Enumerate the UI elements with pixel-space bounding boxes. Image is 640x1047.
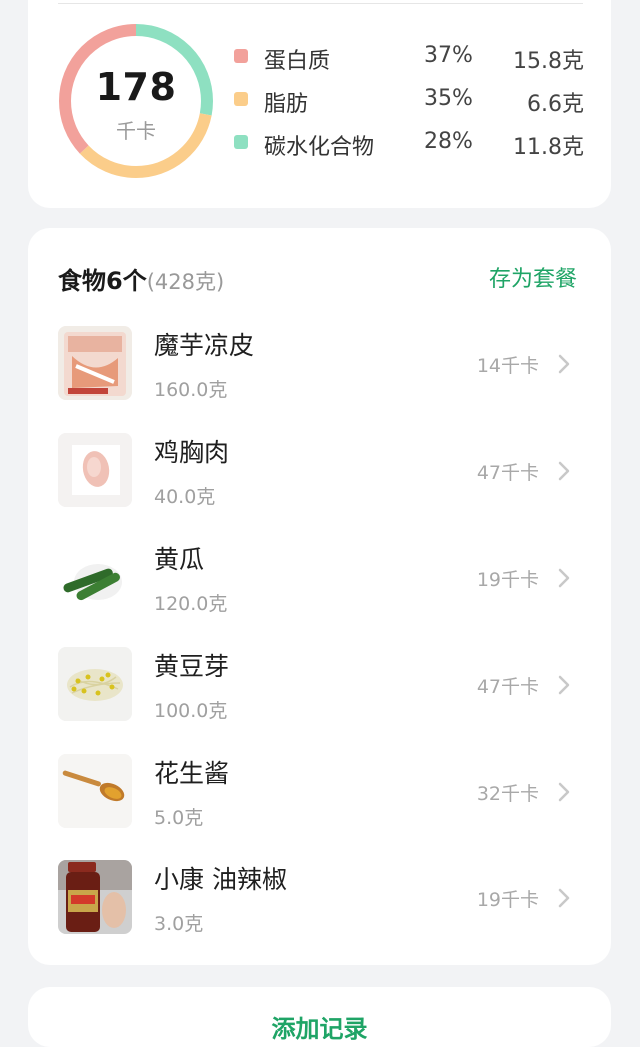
food-calories: 19千卡 — [476, 889, 539, 911]
chevron-right-icon — [558, 354, 570, 374]
macro-row-protein: 蛋白质 37% 15.8克 — [234, 36, 584, 76]
food-item-konjac[interactable]: 魔芋凉皮 160.0克 14千卡 — [28, 326, 611, 432]
chevron-right-icon — [558, 461, 570, 481]
food-name: 小康 油辣椒 — [154, 865, 287, 894]
macro-amount: 11.8克 — [513, 135, 584, 160]
food-calories: 47千卡 — [476, 462, 539, 484]
food-name: 黄豆芽 — [154, 652, 230, 681]
food-amount: 120.0克 — [154, 593, 228, 615]
protein-dot-icon — [234, 49, 248, 63]
food-calories: 32千卡 — [476, 783, 539, 805]
food-calories: 14千卡 — [476, 355, 539, 377]
macro-percent: 37% — [424, 43, 473, 68]
food-calories: 47千卡 — [476, 676, 539, 698]
soybean-sprouts-icon — [58, 647, 132, 721]
food-amount: 160.0克 — [154, 379, 228, 401]
food-calories: 19千卡 — [476, 569, 539, 591]
chili-oil-jar-icon — [58, 860, 132, 934]
chicken-breast-icon — [58, 433, 132, 507]
add-record-button[interactable]: 添加记录 — [28, 1009, 611, 1044]
food-name: 鸡胸肉 — [154, 438, 230, 467]
chevron-right-icon — [558, 782, 570, 802]
food-item-cucumber[interactable]: 黄瓜 120.0克 19千卡 — [28, 540, 611, 646]
calorie-total: 178 千卡 — [58, 23, 214, 179]
save-as-meal-button[interactable]: 存为套餐 — [489, 261, 577, 293]
food-amount: 100.0克 — [154, 700, 228, 722]
food-item-sprouts[interactable]: 黄豆芽 100.0克 47千卡 — [28, 647, 611, 753]
food-name: 花生酱 — [154, 759, 230, 788]
macro-name: 脂肪 — [264, 92, 309, 117]
food-item-chili-oil[interactable]: 小康 油辣椒 3.0克 19千卡 — [28, 860, 611, 966]
macro-percent: 35% — [424, 86, 473, 111]
macro-row-carb: 碳水化合物 28% 11.8克 — [234, 122, 584, 162]
cucumber-icon — [58, 540, 132, 614]
food-item-peanut-butter[interactable]: 花生酱 5.0克 32千卡 — [28, 754, 611, 860]
food-amount: 5.0克 — [154, 807, 204, 829]
chevron-right-icon — [558, 568, 570, 588]
nutrition-summary-card: 178 千卡 蛋白质 37% 15.8克 脂肪 35% 6.6克 碳水化合物 2… — [28, 0, 611, 208]
food-name: 魔芋凉皮 — [154, 331, 255, 360]
add-record-card: 添加记录 — [28, 987, 611, 1047]
macro-name: 蛋白质 — [264, 49, 331, 74]
macro-amount: 15.8克 — [513, 49, 584, 74]
konjac-package-icon — [58, 326, 132, 400]
food-item-chicken[interactable]: 鸡胸肉 40.0克 47千卡 — [28, 433, 611, 539]
food-count: 食物6个 — [58, 267, 147, 295]
chevron-right-icon — [558, 675, 570, 695]
food-list-title: 食物6个(428克) — [58, 261, 224, 296]
macro-name: 碳水化合物 — [264, 135, 375, 160]
food-total-weight: (428克) — [146, 270, 225, 294]
food-amount: 40.0克 — [154, 486, 216, 508]
food-list-card: 食物6个(428克) 存为套餐 魔芋凉皮 160.0克 14千卡 鸡胸肉 40.… — [28, 228, 611, 965]
carb-dot-icon — [234, 135, 248, 149]
macro-percent: 28% — [424, 129, 473, 154]
divider — [58, 3, 583, 4]
chevron-right-icon — [558, 888, 570, 908]
macro-row-fat: 脂肪 35% 6.6克 — [234, 79, 584, 119]
calorie-value: 178 — [95, 65, 177, 109]
food-name: 黄瓜 — [154, 545, 205, 574]
fat-dot-icon — [234, 92, 248, 106]
calorie-unit: 千卡 — [116, 119, 156, 143]
macro-amount: 6.6克 — [527, 92, 584, 117]
peanut-butter-spoon-icon — [58, 754, 132, 828]
food-amount: 3.0克 — [154, 913, 204, 935]
